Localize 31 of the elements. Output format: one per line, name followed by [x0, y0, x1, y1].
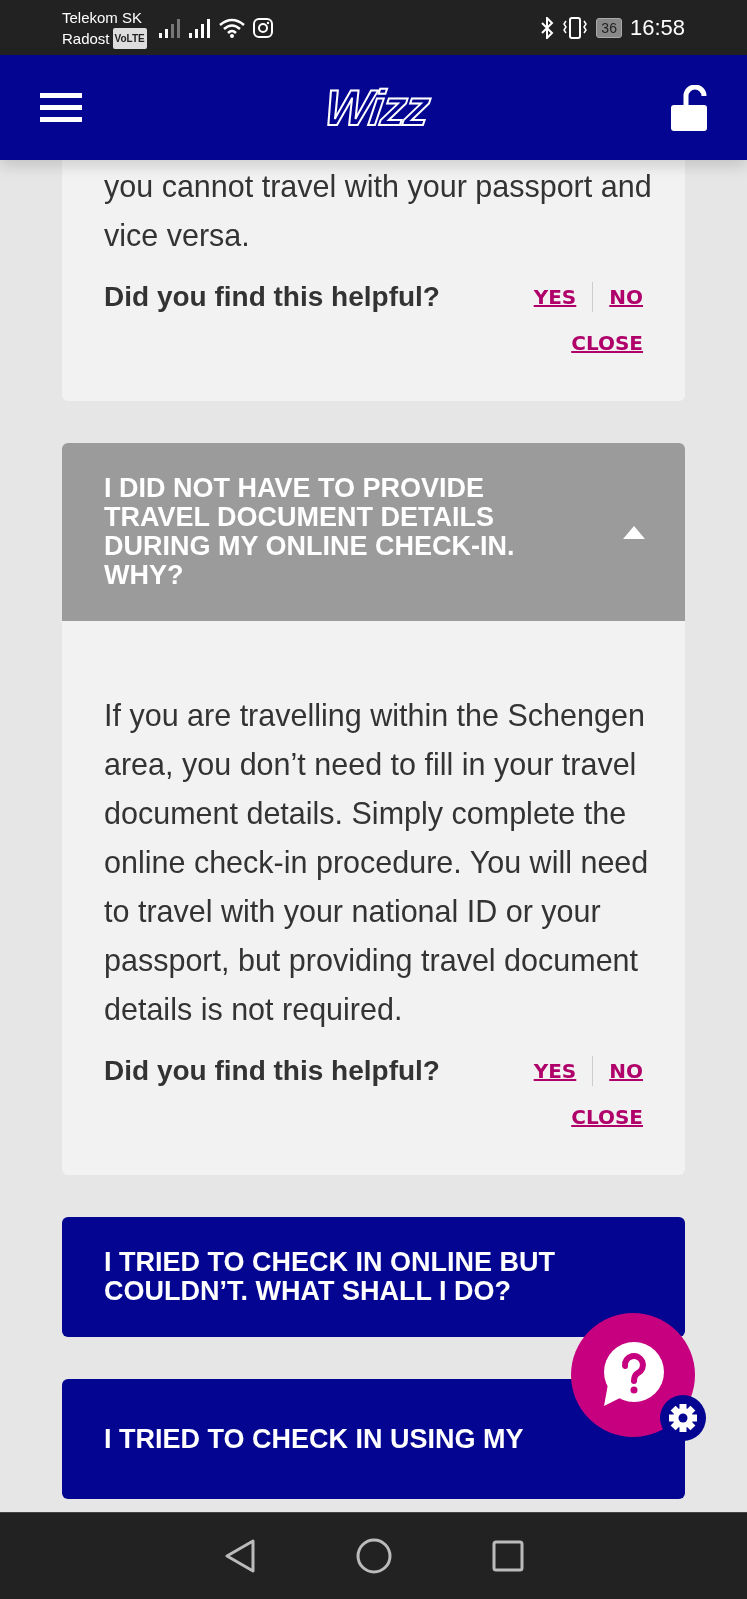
feedback-question: Did you find this helpful? [104, 280, 441, 314]
menu-icon[interactable] [40, 92, 82, 123]
faq-question[interactable]: I TRIED TO CHECK IN USING MY [62, 1379, 685, 1499]
wifi-icon [218, 17, 245, 38]
no-link[interactable]: NO [609, 285, 643, 309]
caret-up-icon [623, 525, 645, 539]
recents-button[interactable] [491, 1540, 524, 1572]
answer-text: you cannot travel with your passport and vice versa. [104, 168, 652, 254]
vibrate-icon [562, 16, 589, 39]
carrier-name: Radost [62, 28, 110, 49]
unlocked-padlock-icon[interactable] [671, 84, 707, 131]
yes-link[interactable]: YES [533, 1059, 577, 1083]
volte-badge: VoLTE [112, 27, 147, 49]
home-button[interactable] [355, 1538, 392, 1574]
close-link[interactable]: CLOSE [571, 1105, 643, 1129]
carrier-name: Telekom SK [62, 7, 144, 28]
settings-icon[interactable] [660, 1395, 706, 1441]
faq-question[interactable]: I TRIED TO CHECK IN ONLINE BUT COULDN’T. WHAT SHALL I DO? [62, 1217, 685, 1337]
close-link[interactable]: CLOSE [571, 331, 643, 355]
back-button[interactable] [223, 1539, 256, 1573]
signal-icon [188, 17, 211, 38]
yes-link[interactable]: YES [533, 285, 577, 309]
no-link[interactable]: NO [609, 1059, 643, 1083]
instagram-icon [252, 17, 273, 38]
clock: 16:58 [629, 14, 685, 41]
feedback-question: Did you find this helpful? [104, 1054, 441, 1088]
bluetooth-icon [540, 16, 555, 39]
logo[interactable]: Wizz [321, 78, 432, 137]
answer-text: If you are travelling within the Schengen area, you don’t need to fill in your travel document details. Simply complete the online check-in procedure. You will need to travel with your national ID or your passport, but providing travel document details is not required. [104, 697, 650, 1029]
battery-indicator: 36 [596, 17, 622, 38]
signal-icon [158, 17, 181, 38]
